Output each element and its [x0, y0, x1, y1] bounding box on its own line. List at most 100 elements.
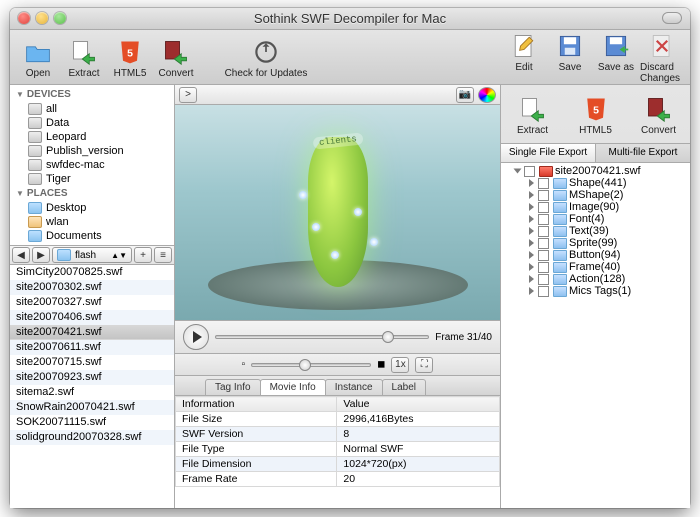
extract-button[interactable]: Extract	[62, 36, 106, 79]
info-table[interactable]: Information Value File Size2996,416Bytes…	[175, 396, 500, 508]
info-col-1[interactable]: Value	[337, 397, 500, 412]
file-row[interactable]: site20070406.swf	[10, 310, 174, 325]
tree-node[interactable]: Mics Tags(1)	[501, 285, 690, 297]
checkbox[interactable]	[538, 178, 549, 189]
zoom-reset-button[interactable]: 1x	[391, 357, 409, 373]
extract-button[interactable]: Extract	[511, 93, 555, 136]
places-header[interactable]: PLACES	[10, 186, 174, 201]
color-settings-icon[interactable]	[478, 87, 496, 103]
file-row[interactable]: site20070715.swf	[10, 355, 174, 370]
open-button[interactable]: Open	[16, 36, 60, 79]
file-row[interactable]: site20070923.swf	[10, 370, 174, 385]
file-row[interactable]: site20070302.swf	[10, 280, 174, 295]
save-button[interactable]: Save	[548, 30, 592, 84]
checkbox[interactable]	[538, 286, 549, 297]
file-row[interactable]: SOK20071115.swf	[10, 415, 174, 430]
tree-node[interactable]: Sprite(99)	[501, 237, 690, 249]
info-row[interactable]: File Size2996,416Bytes	[176, 412, 500, 427]
zoom-in-icon[interactable]: ◼	[377, 359, 385, 370]
tree-node[interactable]: Frame(40)	[501, 261, 690, 273]
checkbox[interactable]	[538, 250, 549, 261]
tree-node[interactable]: Shape(441)	[501, 177, 690, 189]
list-mode-button[interactable]: ≡	[154, 247, 172, 263]
toolbar-toggle-icon[interactable]	[662, 12, 682, 24]
back-button[interactable]: ◀	[12, 247, 30, 263]
info-row[interactable]: Frame Rate20	[176, 472, 500, 487]
disclosure-icon[interactable]	[529, 191, 534, 199]
info-tab[interactable]: Movie Info	[260, 379, 326, 395]
file-row[interactable]: sitema2.swf	[10, 385, 174, 400]
zoom-out-icon[interactable]: ▫	[242, 359, 246, 370]
preview-stage[interactable]: clients	[175, 105, 500, 320]
checkbox[interactable]	[538, 226, 549, 237]
html5-button[interactable]: 5HTML5	[574, 93, 618, 136]
tree-node[interactable]: Image(90)	[501, 201, 690, 213]
info-col-0[interactable]: Information	[176, 397, 337, 412]
tree-node[interactable]: Action(128)	[501, 273, 690, 285]
discard-changes-button[interactable]: Discard Changes	[640, 30, 684, 84]
place-item[interactable]: Documents	[10, 229, 174, 243]
checkbox[interactable]	[538, 202, 549, 213]
checkbox[interactable]	[538, 238, 549, 249]
forward-button[interactable]: ▶	[32, 247, 50, 263]
fullscreen-icon[interactable]: ⛶	[415, 357, 433, 373]
file-row[interactable]: SimCity20070825.swf	[10, 265, 174, 280]
file-list[interactable]: SimCity20070825.swfsite20070302.swfsite2…	[10, 265, 174, 508]
check-for-updates-button[interactable]: Check for Updates	[216, 36, 316, 79]
info-row[interactable]: File TypeNormal SWF	[176, 442, 500, 457]
zoom-icon[interactable]	[54, 12, 66, 24]
minimize-icon[interactable]	[36, 12, 48, 24]
file-row[interactable]: site20070421.swf	[10, 325, 174, 340]
info-row[interactable]: SWF Version8	[176, 427, 500, 442]
tree-root[interactable]: site20070421.swf	[501, 165, 690, 177]
convert-button[interactable]: Convert	[154, 36, 198, 79]
disclosure-icon[interactable]	[529, 239, 534, 247]
preview-next-button[interactable]: >	[179, 87, 197, 103]
place-item[interactable]: Desktop	[10, 201, 174, 215]
edit-button[interactable]: Edit	[502, 30, 546, 84]
checkbox[interactable]	[524, 166, 535, 177]
disclosure-icon[interactable]	[529, 179, 534, 187]
info-tab[interactable]: Tag Info	[205, 379, 261, 395]
device-item[interactable]: all	[10, 102, 174, 116]
device-item[interactable]: Tiger	[10, 172, 174, 186]
devices-header[interactable]: DEVICES	[10, 87, 174, 102]
camera-icon[interactable]: 📷	[456, 87, 474, 103]
add-path-button[interactable]: +	[134, 247, 152, 263]
tab-single-export[interactable]: Single File Export	[501, 144, 596, 162]
disclosure-icon[interactable]	[529, 215, 534, 223]
tree-node[interactable]: Button(94)	[501, 249, 690, 261]
disclosure-icon[interactable]	[529, 263, 534, 271]
checkbox[interactable]	[538, 274, 549, 285]
tab-multi-export[interactable]: Multi-file Export	[596, 144, 690, 162]
file-row[interactable]: site20070611.swf	[10, 340, 174, 355]
disclosure-icon[interactable]	[529, 203, 534, 211]
checkbox[interactable]	[538, 262, 549, 273]
device-item[interactable]: swfdec-mac	[10, 158, 174, 172]
device-item[interactable]: Publish_version	[10, 144, 174, 158]
disclosure-icon[interactable]	[529, 251, 534, 259]
device-item[interactable]: Data	[10, 116, 174, 130]
source-list[interactable]: DEVICES allDataLeopardPublish_versionswf…	[10, 85, 174, 245]
titlebar[interactable]: Sothink SWF Decompiler for Mac	[10, 8, 690, 30]
checkbox[interactable]	[538, 190, 549, 201]
info-row[interactable]: File Dimension1024*720(px)	[176, 457, 500, 472]
disclosure-icon[interactable]	[529, 227, 534, 235]
zoom-slider[interactable]	[251, 363, 371, 367]
tree-node[interactable]: Text(39)	[501, 225, 690, 237]
place-item[interactable]: wlan	[10, 215, 174, 229]
device-item[interactable]: Leopard	[10, 130, 174, 144]
file-row[interactable]: site20070327.swf	[10, 295, 174, 310]
play-button[interactable]	[183, 324, 209, 350]
info-tab[interactable]: Label	[382, 379, 426, 395]
disclosure-icon[interactable]	[514, 169, 522, 174]
close-icon[interactable]	[18, 12, 30, 24]
file-row[interactable]: solidground20070328.swf	[10, 430, 174, 445]
disclosure-icon[interactable]	[529, 275, 534, 283]
tree-node[interactable]: MShape(2)	[501, 189, 690, 201]
timeline-slider[interactable]	[215, 335, 429, 339]
checkbox[interactable]	[538, 214, 549, 225]
info-tab[interactable]: Instance	[325, 379, 383, 395]
file-row[interactable]: SnowRain20070421.swf	[10, 400, 174, 415]
resource-tree[interactable]: site20070421.swf Shape(441)MShape(2)Imag…	[501, 163, 690, 508]
